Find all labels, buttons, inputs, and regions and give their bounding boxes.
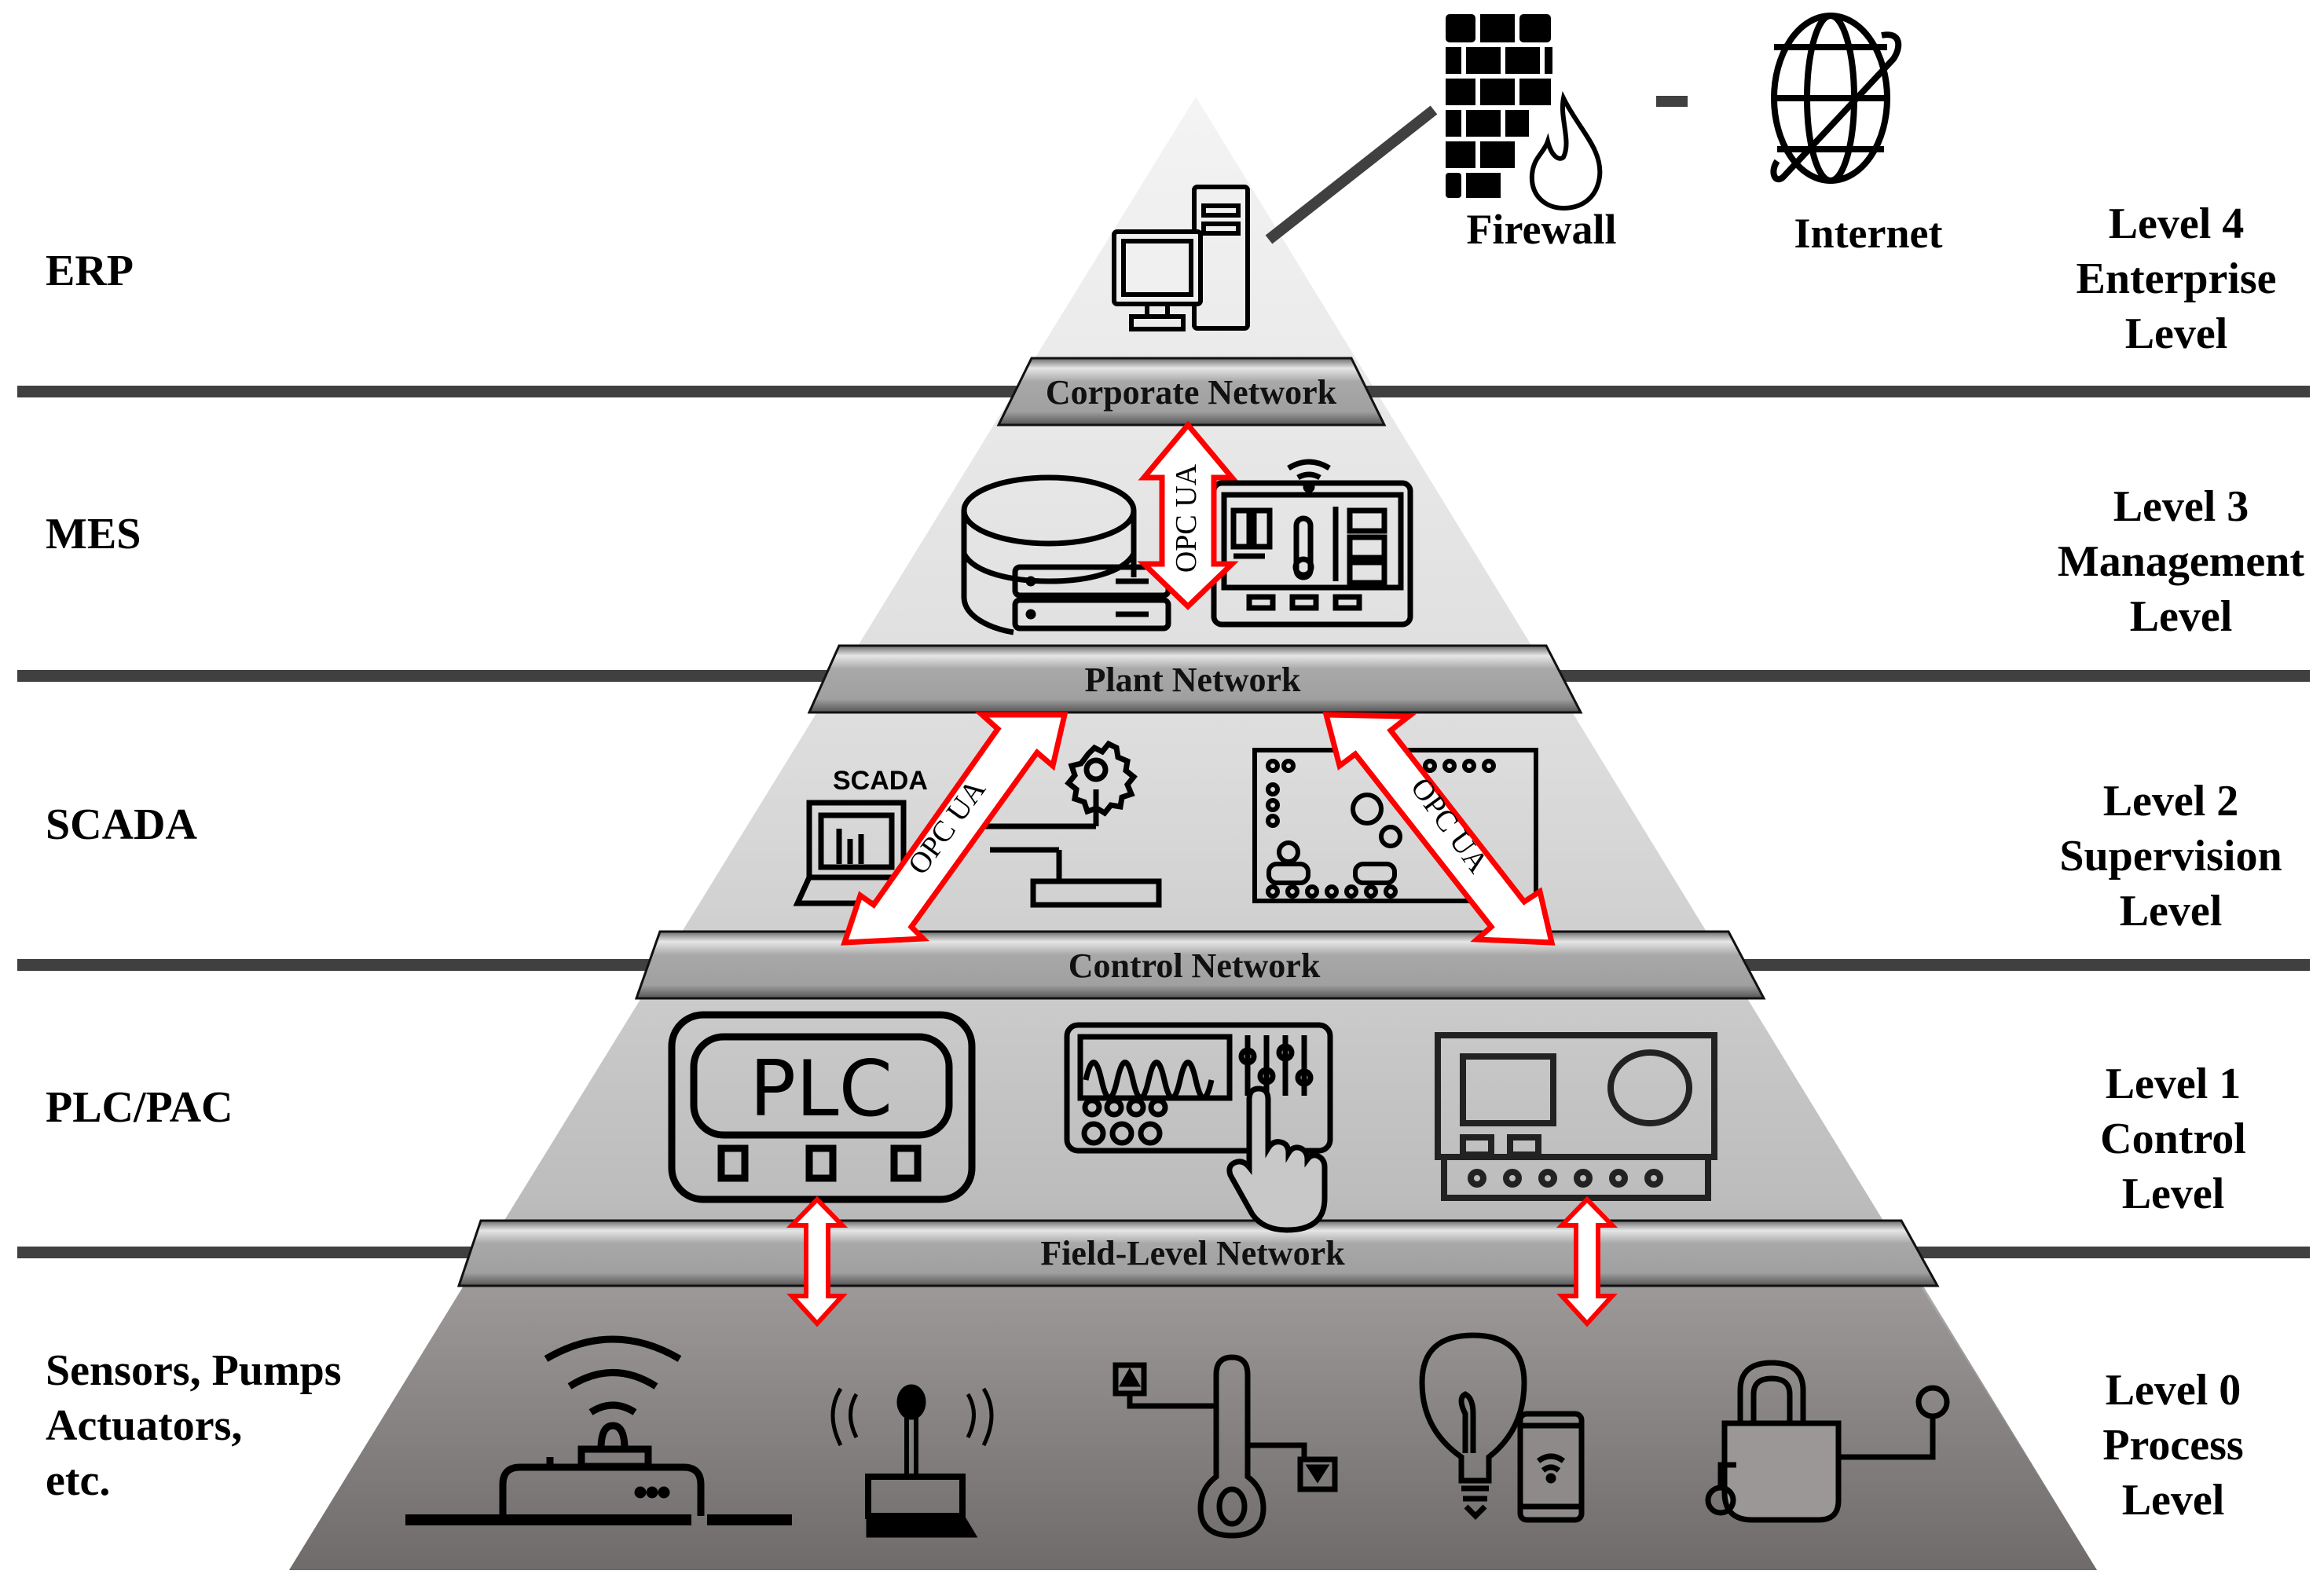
- field-network-bar: Field-Level Network: [456, 1219, 1940, 1287]
- plant-network-label: Plant Network: [1085, 661, 1301, 699]
- level-1-system-label: PLC/PAC: [46, 1083, 233, 1132]
- level-2-system-label: SCADA: [46, 800, 197, 849]
- control-network-bar: Control Network: [634, 930, 1766, 1000]
- internet-label: Internet: [1794, 210, 1943, 257]
- level-3-system-label: MES: [46, 510, 141, 558]
- plant-network-bar: Plant Network: [807, 644, 1583, 714]
- level-3-name-label: Level 3 Management Level: [2057, 482, 2305, 641]
- automation-pyramid-diagram: Corporate Network Plant Network Control …: [0, 0, 2324, 1585]
- opc-ua-label: OPC UA: [1170, 463, 1203, 573]
- level-0-name-label: Level 0 Process Level: [2102, 1366, 2244, 1525]
- level-4-name-label: Level 4 Enterprise Level: [2076, 200, 2277, 358]
- level-0-system-label: Sensors, Pumps Actuators, etc.: [46, 1346, 342, 1505]
- firewall-icon: [1446, 14, 1603, 211]
- corporate-network-label: Corporate Network: [1046, 373, 1337, 412]
- diagram-canvas: Corporate Network Plant Network Control …: [17, 13, 2310, 1570]
- firewall-label: Firewall: [1467, 206, 1617, 253]
- link-line-computer-firewall: [1265, 105, 1438, 244]
- level-4-system-label: ERP: [46, 247, 134, 295]
- level-1-name-label: Level 1 Control Level: [2100, 1060, 2246, 1218]
- control-network-label: Control Network: [1069, 946, 1321, 985]
- level-2-name-label: Level 2 Supervision Level: [2059, 777, 2282, 935]
- link-line-firewall-internet: [1656, 96, 1688, 107]
- corporate-network-bar: Corporate Network: [996, 357, 1387, 427]
- plc-icon-text: PLC: [750, 1045, 893, 1134]
- scada-icon-text: SCADA: [833, 766, 928, 796]
- field-network-label: Field-Level Network: [1040, 1234, 1345, 1272]
- globe-icon: [1770, 13, 1902, 184]
